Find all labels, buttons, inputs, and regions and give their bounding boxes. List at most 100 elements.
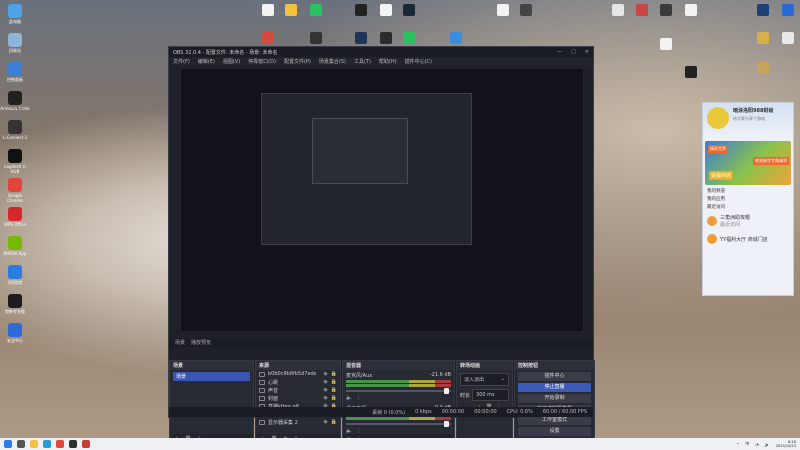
folder-icon[interactable] (520, 4, 532, 16)
eye-icon[interactable]: ◉ (323, 371, 327, 377)
qq-status[interactable]: 给大家分享个游戏 (733, 116, 773, 122)
volume-slider[interactable] (346, 421, 451, 427)
document-icon[interactable] (497, 4, 509, 16)
windows-start-icon[interactable] (4, 440, 12, 448)
menu-item[interactable]: 插件中心(C) (405, 58, 432, 65)
more-icon[interactable]: ⋮ (356, 395, 361, 401)
media-app-icon[interactable] (380, 4, 392, 16)
lock-icon[interactable]: 🔒 (331, 419, 337, 425)
app-icon[interactable] (757, 4, 769, 16)
desktop-shortcut[interactable]: Logitech G HUB (0, 149, 30, 174)
menu-item[interactable]: 工具(T) (354, 58, 371, 65)
control-button[interactable]: 插件中心 (518, 372, 591, 381)
photo-icon[interactable] (612, 4, 624, 16)
eye-icon[interactable]: ◉ (323, 387, 327, 393)
document-icon[interactable] (660, 38, 672, 50)
search-icon[interactable] (17, 440, 25, 448)
lock-icon[interactable]: 🔒 (331, 379, 337, 385)
desktop-shortcut[interactable]: L-Connect 3 (0, 120, 30, 140)
obs-window[interactable]: OBS 32.0.4 - 配置文件: 未命名 - 场景: 未命名 — □ ✕ 文… (168, 46, 595, 447)
document-icon[interactable] (262, 4, 274, 16)
source-row[interactable]: 声音 ◉ 🔒 (256, 386, 340, 394)
app-icon[interactable] (355, 32, 367, 44)
scene-bar-preview[interactable]: 播放预览 (191, 339, 211, 346)
desktop-shortcut[interactable]: QQ游戏 (0, 265, 30, 285)
document-icon[interactable] (685, 4, 697, 16)
control-button[interactable]: 开始录制 (518, 394, 591, 403)
app-icon[interactable] (262, 32, 274, 44)
wifi-icon[interactable]: ◔ (755, 442, 759, 447)
desktop-shortcut[interactable]: Armoury Crate (0, 91, 30, 111)
volume-icon[interactable]: 🔈 (765, 442, 770, 447)
obs-preview[interactable] (181, 69, 583, 331)
minimize-icon[interactable]: — (557, 49, 562, 55)
clock-icon[interactable] (310, 32, 322, 44)
qq-list-item[interactable]: YY福利大厅 商城门店 (703, 231, 793, 247)
wechat-icon[interactable] (310, 4, 322, 16)
folder-icon[interactable] (757, 32, 769, 44)
close-icon[interactable]: ✕ (585, 49, 589, 55)
desktop-shortcut[interactable]: 控制面板 (0, 62, 30, 82)
game-icon[interactable] (82, 440, 90, 448)
control-button[interactable]: 停止直播 (518, 383, 591, 392)
menu-item[interactable]: 编辑(E) (198, 58, 215, 65)
menu-item[interactable]: 场景集合(S) (319, 58, 346, 65)
qq-list-item[interactable]: 三角洲助攻眼 最近访问 (703, 211, 793, 231)
qq-banner[interactable]: 精彩世界 感觉新世专属福利 遊戲商城 (705, 141, 791, 185)
app-icon[interactable] (380, 32, 392, 44)
avatar[interactable] (707, 107, 729, 129)
chevron-up-icon[interactable]: ⌃ (736, 442, 739, 447)
source-row[interactable]: 心跳 ◉ 🔒 (256, 378, 340, 386)
speaker-icon[interactable]: 🔈 (346, 395, 352, 401)
app-icon[interactable] (403, 32, 415, 44)
control-button[interactable]: 工作室模式 (518, 416, 591, 425)
desktop-shortcut[interactable]: 回收站 (0, 33, 30, 53)
lock-icon[interactable]: 🔒 (331, 395, 337, 401)
desktop-shortcut[interactable]: 剪映专业版 (0, 294, 30, 314)
tripadvisor-icon[interactable] (285, 4, 297, 16)
source-row[interactable]: 显示器采集 2 ◉ 🔒 (256, 418, 340, 426)
menu-item[interactable]: 停靠窗口(D) (248, 58, 276, 65)
scene-item[interactable]: 场景 (173, 372, 250, 381)
desktop-shortcut[interactable]: WPS Office (0, 207, 30, 227)
volume-slider[interactable] (346, 388, 451, 394)
menu-item[interactable]: 文件(F) (173, 58, 190, 65)
eye-icon[interactable]: ◉ (323, 395, 327, 401)
app-icon[interactable] (660, 4, 672, 16)
source-row[interactable]: 封面 ◉ 🔒 (256, 394, 340, 402)
eye-icon[interactable]: ◉ (323, 419, 327, 425)
clock[interactable]: 8:16 2025/10/23 (776, 440, 796, 448)
menu-item[interactable]: 视图(V) (223, 58, 240, 65)
qq-panel[interactable]: 暗涂洛阳988财级 给大家分享个游戏 精彩世界 感觉新世专属福利 遊戲商城 我的… (702, 102, 794, 296)
app-icon[interactable] (782, 4, 794, 16)
qq-menu-item[interactable]: 我的频道 (703, 187, 793, 195)
obs-icon[interactable] (69, 440, 77, 448)
folder-icon[interactable] (757, 62, 769, 74)
game-icon[interactable] (636, 4, 648, 16)
desktop-shortcut[interactable]: NVIDIA App (0, 236, 30, 256)
desktop-shortcut[interactable]: 此电脑 (0, 4, 30, 24)
edge-icon[interactable] (43, 440, 51, 448)
transition-select[interactable]: 淡入淡出 ⌄ (460, 373, 509, 386)
maximize-icon[interactable]: □ (571, 49, 576, 55)
qq-menu-item[interactable]: 最近访问 (703, 203, 793, 211)
chrome-icon[interactable] (56, 440, 64, 448)
menu-item[interactable]: 帮助(H) (379, 58, 397, 65)
steam-icon[interactable] (403, 4, 415, 16)
source-row[interactable]: b0b0c9b6fb5d7edebaff6b1cdee ◉ 🔒 (256, 370, 340, 378)
file-explorer-icon[interactable] (30, 440, 38, 448)
app-icon[interactable] (782, 32, 794, 44)
app-icon[interactable] (685, 66, 697, 78)
kk-app-icon[interactable] (355, 4, 367, 16)
control-button[interactable]: 设置 (518, 427, 591, 436)
scene-bar-label[interactable]: 场景 (175, 339, 185, 346)
menu-item[interactable]: 配置文件(P) (284, 58, 311, 65)
lock-icon[interactable]: 🔒 (331, 387, 337, 393)
duration-input[interactable]: 300 ms (472, 389, 509, 401)
desktop-shortcut[interactable]: 安全中心 (0, 323, 30, 343)
obs-titlebar[interactable]: OBS 32.0.4 - 配置文件: 未命名 - 场景: 未命名 — □ ✕ (169, 47, 593, 57)
eye-icon[interactable]: ◉ (323, 379, 327, 385)
ime-indicator[interactable]: 中 (745, 441, 749, 447)
desktop-shortcut[interactable]: Google Chrome (0, 178, 30, 203)
lock-icon[interactable]: 🔒 (331, 371, 337, 377)
